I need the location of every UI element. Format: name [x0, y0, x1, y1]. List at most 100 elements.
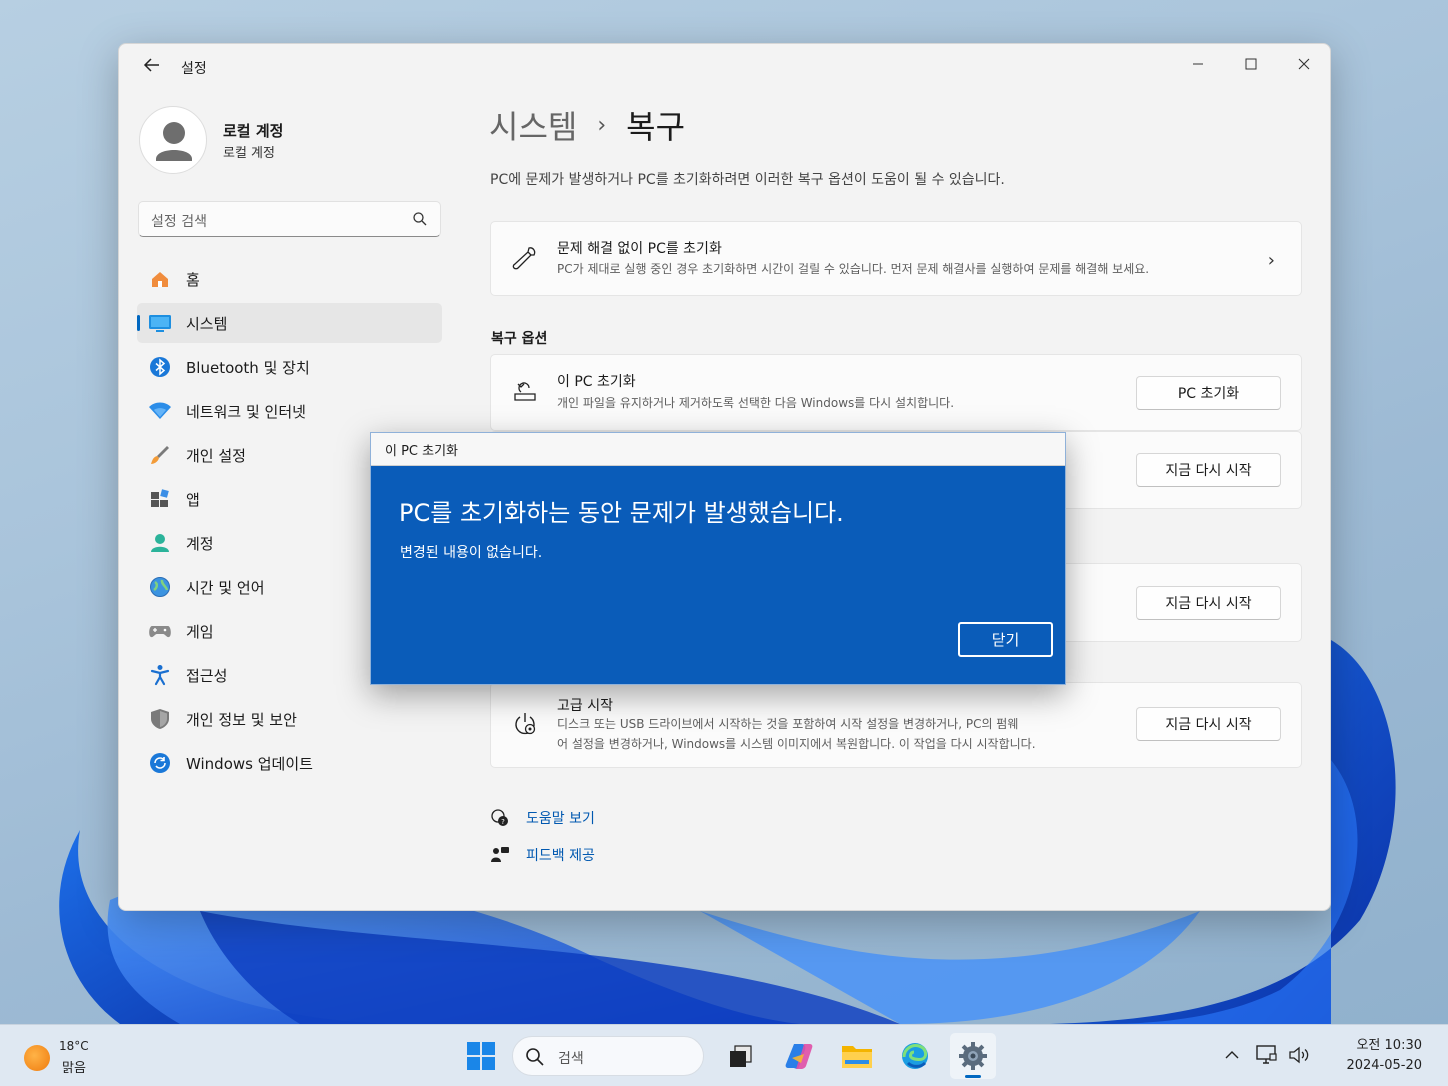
gamepad-icon [148, 619, 172, 643]
card-subtitle-line2: 어 설정을 변경하거나, Windows를 시스템 이미지에서 복원합니다. 이… [557, 737, 1036, 751]
reset-error-dialog: 이 PC 초기화 PC를 초기화하는 동안 문제가 발생했습니다. 변경된 내용… [370, 432, 1066, 685]
reset-pc-card: 이 PC 초기화 개인 파일을 유지하거나 제거하도록 선택한 다음 Windo… [490, 354, 1302, 431]
sidebar-item-windows-update[interactable]: Windows 업데이트 [137, 743, 442, 783]
wifi-icon [148, 399, 172, 423]
breadcrumb-separator: › [597, 112, 607, 138]
close-icon [1298, 58, 1309, 70]
shield-icon [148, 707, 172, 731]
bluetooth-icon [148, 355, 172, 379]
title-bar: 설정 [119, 44, 1330, 88]
chevron-right-icon: › [1267, 250, 1275, 271]
user-icon [156, 122, 192, 161]
reset-pc-button[interactable]: PC 초기화 [1136, 376, 1281, 410]
speaker-icon [1289, 1046, 1309, 1064]
search-placeholder: 설정 검색 [151, 214, 207, 230]
home-icon [148, 267, 172, 291]
clock-date: 2024-05-20 [1346, 1058, 1422, 1073]
sidebar-item-label: 네트워크 및 인터넷 [186, 402, 306, 421]
section-title: 복구 옵션 [491, 331, 548, 347]
sidebar-item-label: Windows 업데이트 [186, 754, 313, 773]
search-icon [413, 212, 427, 226]
taskbar: 18°C 맑음 검색 오전 10:30 2024-05-20 [0, 1024, 1448, 1086]
sidebar-item-label: 앱 [186, 490, 200, 509]
dialog-header: 이 PC 초기화 [371, 433, 1065, 466]
restart-now-button[interactable]: 지금 다시 시작 [1136, 453, 1281, 487]
sidebar-item-bluetooth[interactable]: Bluetooth 및 장치 [137, 347, 442, 387]
arrow-left-icon [143, 58, 159, 72]
file-explorer-button[interactable] [834, 1033, 880, 1079]
breadcrumb-parent[interactable]: 시스템 [489, 102, 577, 148]
help-links: ? 도움말 보기 피드백 제공 [489, 799, 595, 873]
taskbar-search-input[interactable]: 검색 [512, 1036, 704, 1076]
sidebar-item-home[interactable]: 홈 [137, 259, 442, 299]
wrench-icon [511, 244, 539, 272]
taskbar-apps: 검색 [458, 1033, 1008, 1079]
edge-icon [902, 1043, 928, 1069]
sidebar-item-label: 개인 정보 및 보안 [186, 710, 297, 729]
sidebar-item-network[interactable]: 네트워크 및 인터넷 [137, 391, 442, 431]
weather-widget[interactable]: 18°C 맑음 [24, 1037, 124, 1077]
network-button[interactable] [1252, 1041, 1280, 1069]
troubleshoot-card[interactable]: 문제 해결 없이 PC를 초기화 PC가 제대로 실행 중인 경우 초기화하면 … [490, 221, 1302, 296]
search-icon [526, 1048, 544, 1066]
account-icon [148, 531, 172, 555]
card-subtitle: PC가 제대로 실행 중인 경우 초기화하면 시간이 걸릴 수 있습니다. 먼저… [557, 262, 1150, 276]
settings-app-button[interactable] [950, 1033, 996, 1079]
apps-icon [148, 487, 172, 511]
advanced-startup-icon [511, 710, 539, 738]
sidebar-item-label: 접근성 [186, 666, 228, 685]
sidebar-item-system[interactable]: 시스템 [137, 303, 442, 343]
card-subtitle-line1: 디스크 또는 USB 드라이브에서 시작하는 것을 포함하여 시작 설정을 변경… [557, 717, 1019, 731]
restart-now-button[interactable]: 지금 다시 시작 [1136, 586, 1281, 620]
start-button[interactable] [458, 1033, 504, 1079]
sidebar-item-label: 시스템 [186, 314, 228, 333]
sun-icon [24, 1045, 50, 1071]
minimize-button[interactable] [1171, 44, 1224, 84]
windows-logo-icon [467, 1042, 495, 1070]
card-subtitle: 개인 파일을 유지하거나 제거하도록 선택한 다음 Windows를 다시 설치… [557, 396, 955, 410]
copilot-icon [785, 1044, 813, 1069]
settings-search-input[interactable]: 설정 검색 [138, 201, 441, 237]
weather-condition: 맑음 [62, 1061, 86, 1076]
brush-icon [148, 443, 172, 467]
gear-icon [959, 1042, 987, 1070]
weather-temp: 18°C [59, 1039, 89, 1053]
breadcrumb: 시스템 › 복구 [489, 102, 685, 148]
feedback-link[interactable]: 피드백 제공 [489, 836, 595, 873]
chevron-up-icon [1225, 1051, 1239, 1059]
restart-now-button[interactable]: 지금 다시 시작 [1136, 707, 1281, 741]
maximize-icon [1245, 58, 1256, 70]
sidebar-item-label: 홈 [186, 270, 200, 289]
copilot-button[interactable] [776, 1033, 822, 1079]
clock[interactable]: 오전 10:30 2024-05-20 [1346, 1036, 1422, 1076]
profile-subtitle: 로컬 계정 [223, 146, 275, 161]
back-button[interactable] [141, 56, 163, 78]
volume-button[interactable] [1286, 1041, 1314, 1069]
help-link-text[interactable]: 도움말 보기 [526, 808, 595, 828]
window-controls [1171, 44, 1330, 84]
profile[interactable]: 로컬 계정 로컬 계정 [139, 106, 459, 176]
feedback-icon [489, 844, 511, 866]
card-title: 이 PC 초기화 [557, 374, 636, 390]
sidebar-item-privacy[interactable]: 개인 정보 및 보안 [137, 699, 442, 739]
sidebar-item-label: 개인 설정 [186, 446, 246, 465]
dialog-close-button[interactable]: 닫기 [958, 622, 1053, 657]
advanced-startup-card: 고급 시작 디스크 또는 USB 드라이브에서 시작하는 것을 포함하여 시작 … [490, 682, 1302, 768]
card-title: 문제 해결 없이 PC를 초기화 [557, 241, 722, 257]
page-title: 복구 [626, 108, 686, 146]
system-icon [148, 311, 172, 335]
feedback-link-text[interactable]: 피드백 제공 [526, 845, 595, 865]
show-hidden-icons-button[interactable] [1218, 1041, 1246, 1069]
help-link[interactable]: ? 도움말 보기 [489, 799, 595, 836]
sidebar-item-label: 시간 및 언어 [186, 578, 265, 597]
task-view-button[interactable] [718, 1033, 764, 1079]
task-view-icon [730, 1045, 752, 1067]
taskbar-search-placeholder: 검색 [558, 1051, 584, 1067]
clock-time: 오전 10:30 [1356, 1038, 1422, 1053]
edge-browser-button[interactable] [892, 1033, 938, 1079]
maximize-button[interactable] [1224, 44, 1277, 84]
system-tray [1218, 1041, 1320, 1069]
svg-text:?: ? [501, 818, 505, 826]
close-button[interactable] [1277, 44, 1330, 84]
accessibility-icon [148, 663, 172, 687]
